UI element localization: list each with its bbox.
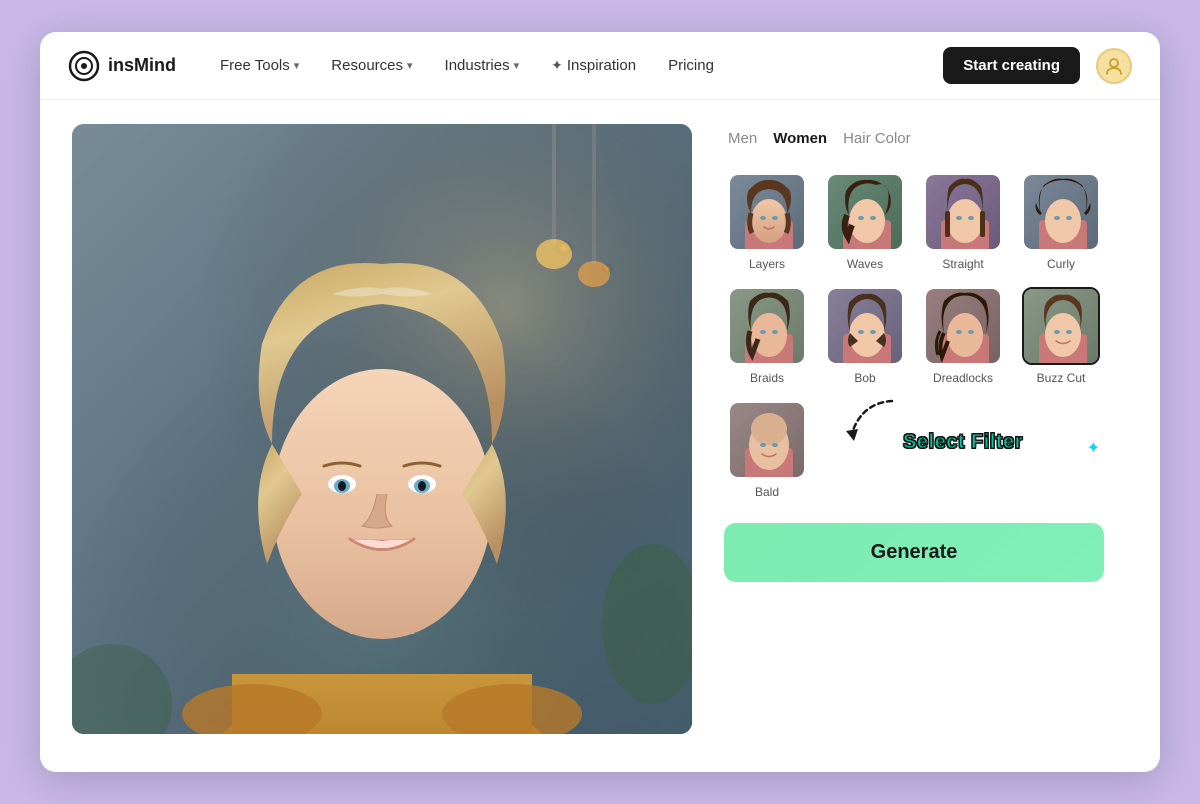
photo-illustration — [72, 124, 692, 734]
hairstyle-thumb-layers — [728, 173, 806, 251]
hairstyle-thumb-bob — [826, 287, 904, 365]
hairstyle-label-layers: Layers — [749, 257, 785, 271]
hairstyle-label-waves: Waves — [847, 257, 883, 271]
app-window: insMind Free Tools ▾ Resources ▾ Industr… — [40, 32, 1160, 772]
hair-tabs: Men Women Hair Color — [724, 124, 1104, 155]
user-icon — [1104, 56, 1124, 76]
start-creating-button[interactable]: Start creating — [943, 47, 1080, 84]
hairstyle-label-straight: Straight — [942, 257, 983, 271]
user-avatar-button[interactable] — [1096, 48, 1132, 84]
hairstyle-bob[interactable]: Bob — [822, 287, 908, 385]
nav-industries[interactable]: Industries ▾ — [433, 49, 532, 82]
chevron-down-icon: ▾ — [294, 59, 300, 72]
nav-free-tools[interactable]: Free Tools ▾ — [208, 49, 311, 82]
hairstyle-curly[interactable]: Curly — [1018, 173, 1104, 271]
hairstyle-thumb-waves — [826, 173, 904, 251]
tab-hair-color[interactable]: Hair Color — [839, 124, 915, 155]
hairstyle-buzzcut[interactable]: Buzz Cut — [1018, 287, 1104, 385]
hairstyle-straight[interactable]: Straight — [920, 173, 1006, 271]
hairstyle-label-curly: Curly — [1047, 257, 1075, 271]
hairstyle-grid-row2: Braids — [724, 287, 1104, 385]
hairstyle-thumb-buzzcut — [1022, 287, 1100, 365]
nav-resources[interactable]: Resources ▾ — [319, 49, 424, 82]
hairstyle-label-bald: Bald — [755, 485, 779, 499]
generate-button[interactable]: Generate — [724, 523, 1104, 582]
navbar: insMind Free Tools ▾ Resources ▾ Industr… — [40, 32, 1160, 100]
hairstyle-dreadlocks[interactable]: Dreadlocks — [920, 287, 1006, 385]
dashed-arrow-icon — [832, 393, 912, 453]
chevron-down-icon: ▾ — [407, 59, 413, 72]
nav-inspiration[interactable]: ✦ Inspiration — [539, 49, 648, 82]
hairstyle-waves[interactable]: Waves — [822, 173, 908, 271]
nav-pricing[interactable]: Pricing — [656, 49, 726, 82]
hairstyle-label-buzzcut: Buzz Cut — [1037, 371, 1086, 385]
hairstyle-thumb-bald — [728, 401, 806, 479]
hairstyle-thumb-curly — [1022, 173, 1100, 251]
tab-men[interactable]: Men — [724, 124, 761, 155]
chevron-down-icon: ▾ — [514, 59, 520, 72]
hairstyle-layers[interactable]: Layers — [724, 173, 810, 271]
hairstyle-grid-row3: Bald Select Filter ✦ — [724, 401, 1104, 499]
hairstyle-thumb-dreadlocks — [924, 287, 1002, 365]
logo-text: insMind — [108, 55, 176, 76]
photo-panel — [72, 124, 692, 734]
hairstyle-label-braids: Braids — [750, 371, 784, 385]
hairstyle-bald[interactable]: Bald — [724, 401, 810, 499]
logo-icon — [68, 50, 100, 82]
hairstyle-thumb-braids — [728, 287, 806, 365]
main-content: Men Women Hair Color — [40, 100, 1160, 758]
logo[interactable]: insMind — [68, 50, 176, 82]
hairstyle-grid-row1: Layers — [724, 173, 1104, 271]
hairstyle-braids[interactable]: Braids — [724, 287, 810, 385]
hairstyle-label-dreadlocks: Dreadlocks — [933, 371, 993, 385]
sparkle-annotation-icon: ✦ — [1087, 438, 1100, 458]
hairstyle-thumb-straight — [924, 173, 1002, 251]
tab-women[interactable]: Women — [769, 124, 831, 155]
side-panel: Men Women Hair Color — [724, 124, 1104, 734]
hairstyle-label-bob: Bob — [854, 371, 875, 385]
select-filter-text: Select Filter — [903, 431, 1023, 454]
select-filter-annotation: Select Filter ✦ — [822, 401, 1104, 454]
sparkle-nav-icon: ✦ — [551, 57, 563, 74]
